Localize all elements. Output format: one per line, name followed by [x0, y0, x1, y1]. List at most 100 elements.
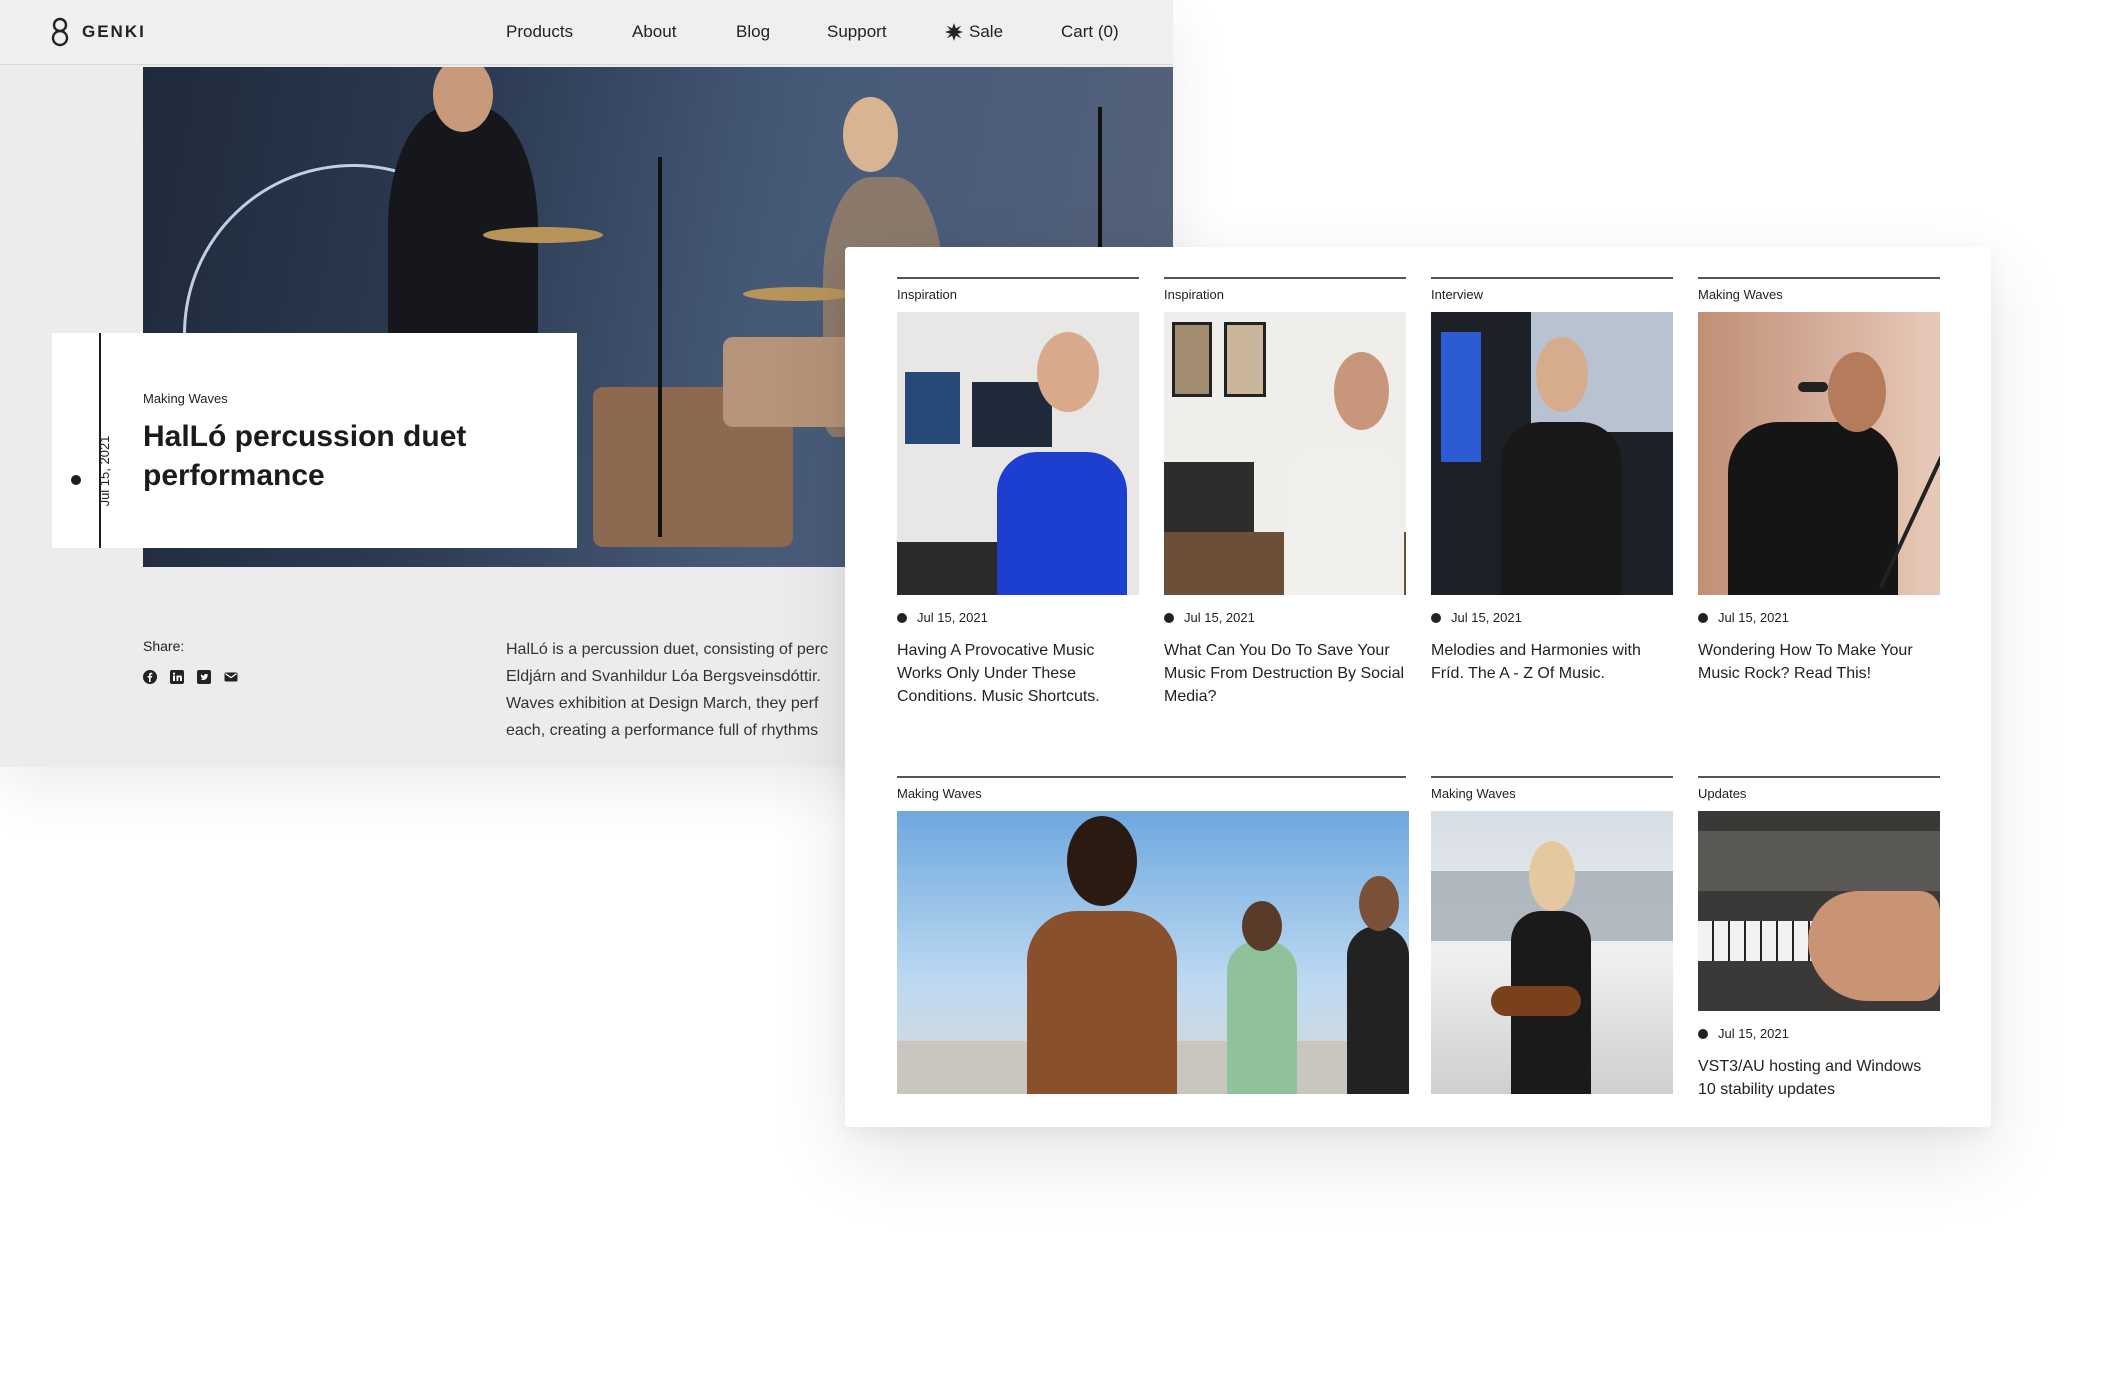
post-meta: Jul 15, 2021	[1164, 610, 1255, 625]
sale-star-icon	[945, 23, 963, 41]
nav-cart[interactable]: Cart (0)	[1061, 22, 1119, 42]
genki-logo-icon	[51, 17, 69, 47]
blog-post-card[interactable]: Inspiration Jul 15, 2021 Having A Provoc…	[897, 277, 1139, 717]
post-title[interactable]: Melodies and Harmonies with Fríd. The A …	[1431, 639, 1673, 685]
post-title[interactable]: VST3/AU hosting and Windows 10 stability…	[1698, 1055, 1940, 1101]
post-thumbnail[interactable]	[1431, 312, 1673, 595]
person-head	[1067, 816, 1137, 906]
post-thumbnail[interactable]	[1164, 312, 1406, 595]
post-category[interactable]: Interview	[1431, 287, 1483, 302]
article-title-card: Jul 15, 2021 Making Waves HalLó percussi…	[52, 333, 577, 548]
brand-name: GENKI	[82, 22, 146, 41]
post-category[interactable]: Making Waves	[1698, 287, 1783, 302]
musician-head	[843, 97, 898, 172]
article-body-line: Eldjárn and Svanhildur Lóa Bergsveinsdót…	[506, 668, 821, 685]
wall-art	[972, 382, 1052, 447]
brand-logo[interactable]: GENKI	[50, 17, 146, 47]
person-head	[1334, 352, 1389, 430]
blue-lamp	[1441, 332, 1481, 462]
post-meta: Jul 15, 2021	[1698, 610, 1789, 625]
post-category[interactable]: Inspiration	[897, 287, 957, 302]
person-figure	[1027, 911, 1177, 1094]
desk	[897, 542, 997, 595]
post-thumbnail[interactable]	[1698, 312, 1940, 595]
post-category[interactable]: Inspiration	[1164, 287, 1224, 302]
post-title[interactable]: What Can You Do To Save Your Music From …	[1164, 639, 1406, 708]
gear-panel	[1698, 831, 1940, 891]
article-body-line: Waves exhibition at Design March, they p…	[506, 695, 819, 712]
person-head	[1242, 901, 1282, 951]
post-title[interactable]: Having A Provocative Music Works Only Un…	[897, 639, 1139, 708]
post-thumbnail[interactable]	[897, 312, 1139, 595]
violin	[1491, 986, 1581, 1016]
wall-art	[905, 372, 960, 444]
post-category[interactable]: Making Waves	[1431, 786, 1516, 801]
share-label: Share:	[143, 638, 185, 654]
post-divider	[1431, 776, 1673, 778]
wall-frame	[1224, 322, 1266, 397]
post-divider	[1698, 776, 1940, 778]
blog-grid-window: Inspiration Jul 15, 2021 Having A Provoc…	[845, 247, 1991, 1127]
post-date: Jul 15, 2021	[917, 610, 988, 625]
post-thumbnail[interactable]	[1431, 811, 1673, 1094]
share-icons	[143, 670, 238, 684]
blog-post-card[interactable]: Making Waves Jul 15, 2021 Wondering How …	[1698, 277, 1940, 717]
person-head	[1828, 352, 1886, 432]
date-dot	[1431, 612, 1441, 623]
nav-blog[interactable]: Blog	[736, 22, 770, 42]
blog-post-card[interactable]: Interview Jul 15, 2021 Melodies and Harm…	[1431, 277, 1673, 717]
mic-stand	[658, 157, 662, 537]
cymbal	[743, 287, 853, 301]
post-date: Jul 15, 2021	[1718, 1026, 1789, 1041]
post-meta: Jul 15, 2021	[1698, 1026, 1789, 1041]
date-dot	[1698, 1028, 1708, 1039]
date-dot	[897, 612, 907, 623]
post-divider	[1698, 277, 1940, 279]
nav-about[interactable]: About	[632, 22, 676, 42]
post-category[interactable]: Making Waves	[897, 786, 982, 801]
article-title: HalLó percussion duet performance	[143, 420, 467, 492]
post-date: Jul 15, 2021	[1451, 610, 1522, 625]
drum-kit	[723, 337, 853, 427]
person-figure	[1728, 422, 1898, 595]
blog-post-card[interactable]: Inspiration Jul 15, 2021 What Can You Do…	[1164, 277, 1406, 717]
hand	[1808, 891, 1940, 1001]
person-figure	[997, 452, 1127, 595]
linkedin-icon[interactable]	[170, 670, 184, 684]
post-date: Jul 15, 2021	[1718, 610, 1789, 625]
post-meta: Jul 15, 2021	[1431, 610, 1522, 625]
nav-sale[interactable]: Sale	[945, 22, 1003, 42]
blog-post-card[interactable]: Updates Jul 15, 2021 VST3/AU hosting and…	[1698, 776, 1940, 1098]
person-figure	[1501, 422, 1621, 595]
facebook-icon[interactable]	[143, 670, 157, 684]
person-figure	[1284, 442, 1404, 595]
blog-post-card[interactable]: Making Waves	[897, 776, 1409, 1096]
top-navigation: GENKI Products About Blog Support Sale C…	[0, 0, 1173, 65]
post-divider	[1431, 277, 1673, 279]
post-title[interactable]: Wondering How To Make Your Music Rock? R…	[1698, 639, 1940, 685]
microphone	[1798, 382, 1828, 392]
article-body-line: each, creating a performance full of rhy…	[506, 722, 819, 739]
post-divider	[897, 277, 1139, 279]
post-date: Jul 15, 2021	[1184, 610, 1255, 625]
person-figure	[1347, 926, 1409, 1094]
post-category[interactable]: Updates	[1698, 786, 1746, 801]
nav-products[interactable]: Products	[506, 22, 573, 42]
post-meta: Jul 15, 2021	[897, 610, 988, 625]
laptop	[1164, 462, 1254, 532]
person-head	[1037, 332, 1099, 412]
wall-frame	[1172, 322, 1212, 397]
date-dot	[1164, 612, 1174, 623]
nav-support[interactable]: Support	[827, 22, 887, 42]
article-category[interactable]: Making Waves	[143, 391, 228, 406]
blog-post-card[interactable]: Making Waves	[1431, 776, 1673, 1096]
date-dot	[71, 475, 81, 485]
twitter-icon[interactable]	[197, 670, 211, 684]
post-thumbnail[interactable]	[897, 811, 1409, 1094]
date-dot	[1698, 612, 1708, 623]
email-icon[interactable]	[224, 670, 238, 684]
person-figure	[1227, 941, 1297, 1094]
post-thumbnail[interactable]	[1698, 811, 1940, 1011]
nav-sale-label: Sale	[969, 22, 1004, 41]
cymbal	[483, 227, 603, 243]
